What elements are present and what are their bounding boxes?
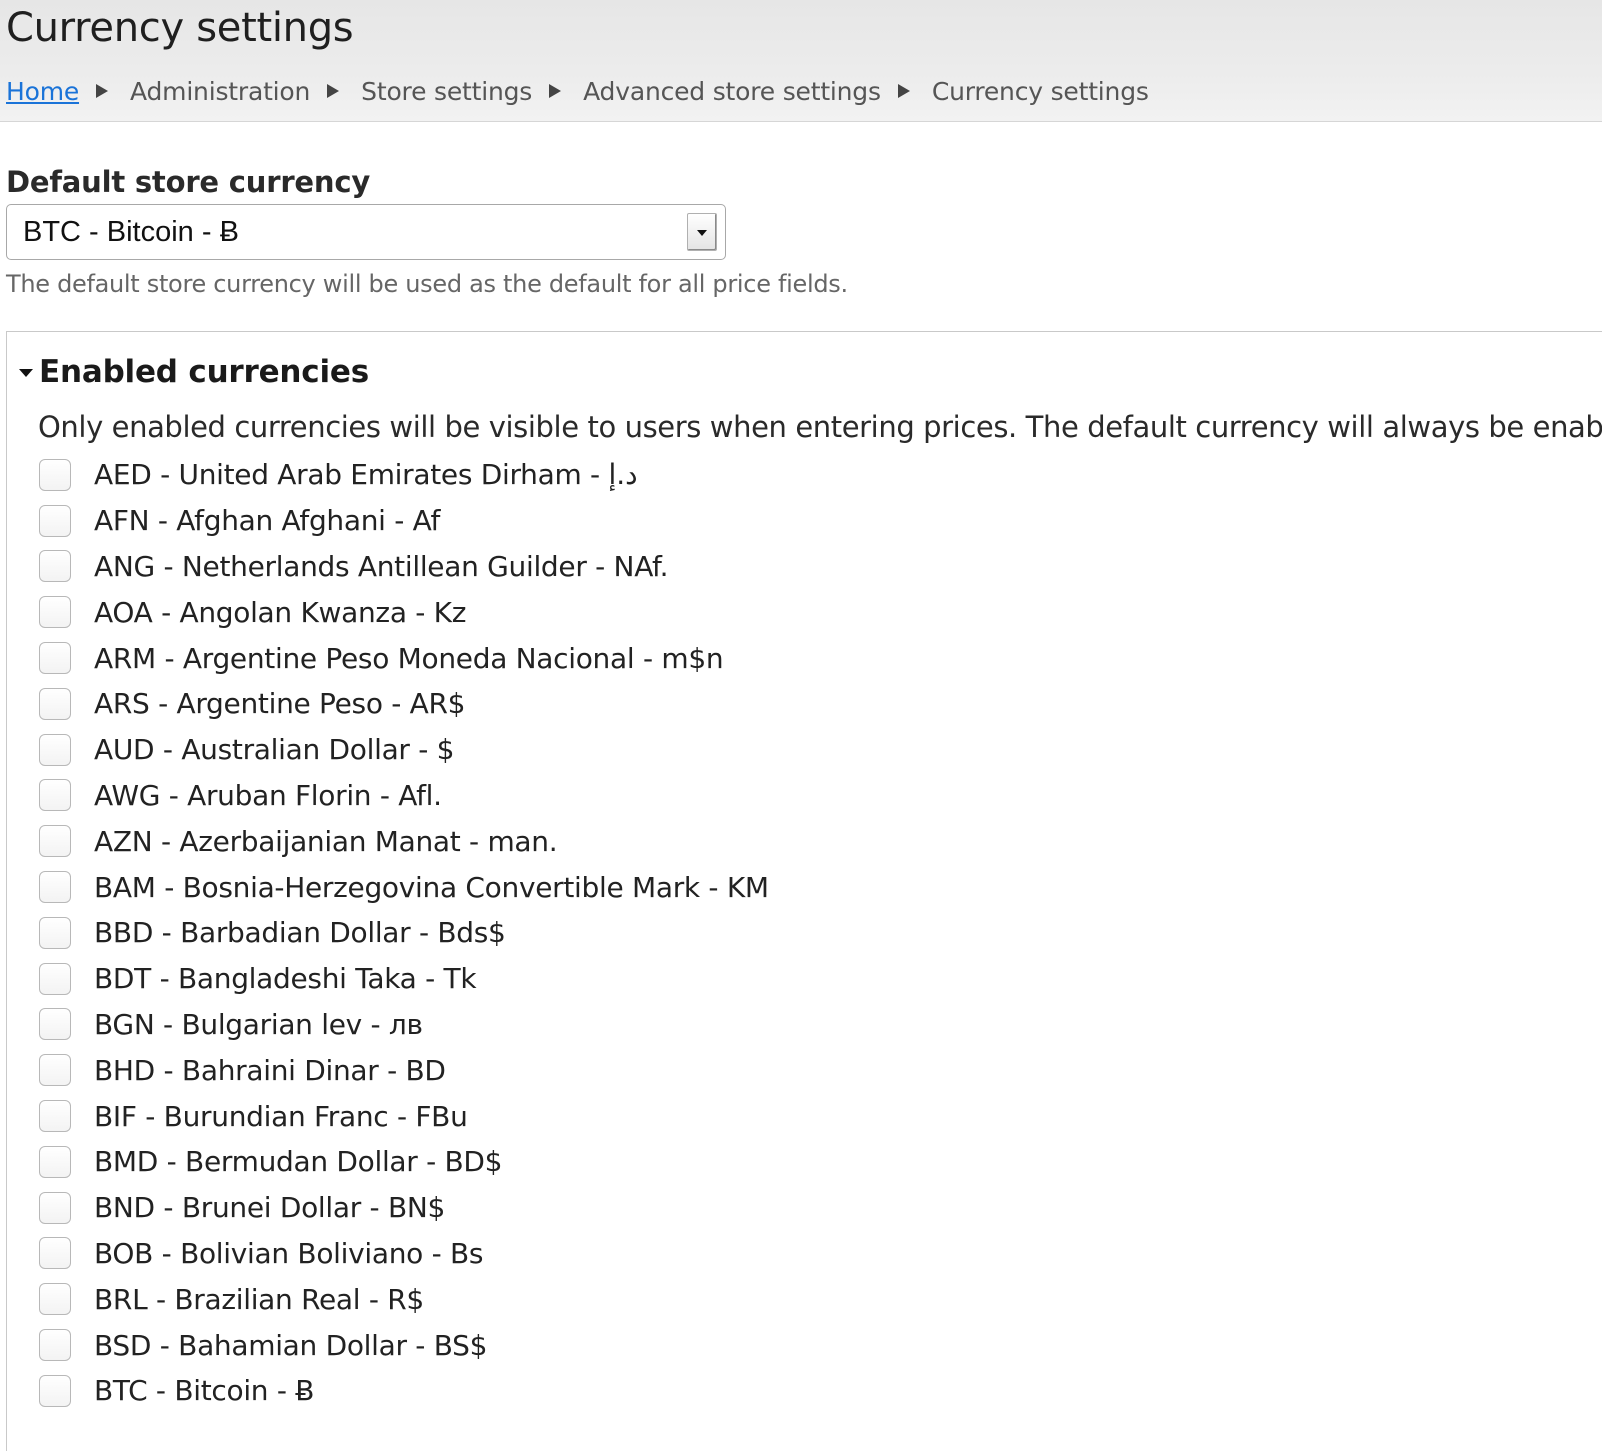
currency-option-label[interactable]: BRL - Brazilian Real - R$: [94, 1283, 424, 1316]
currency-option-label[interactable]: BIF - Burundian Franc - FBu: [94, 1100, 468, 1133]
currency-option-label[interactable]: ARM - Argentine Peso Moneda Nacional - m…: [94, 642, 724, 675]
currency-option: AED - United Arab Emirates Dirham - د.إ: [39, 452, 769, 498]
currency-checkbox[interactable]: [39, 779, 71, 812]
currency-option: BGN - Bulgarian lev - лв: [39, 1002, 769, 1048]
breadcrumb-arrow-icon: [327, 84, 340, 98]
currency-option-label[interactable]: BHD - Bahraini Dinar - BD: [94, 1054, 446, 1087]
currency-option: ARM - Argentine Peso Moneda Nacional - m…: [39, 635, 769, 681]
currency-checkbox[interactable]: [39, 1191, 71, 1224]
breadcrumb-arrow-icon: [897, 84, 910, 98]
default-currency-select[interactable]: BTC - Bitcoin - Ƀ: [6, 204, 726, 260]
currency-checkbox[interactable]: [39, 642, 71, 675]
currency-option: BOB - Bolivian Boliviano - Bs: [39, 1231, 769, 1277]
currency-option-label[interactable]: BBD - Barbadian Dollar - Bds$: [94, 916, 506, 949]
currency-option: AZN - Azerbaijanian Manat - man.: [39, 818, 769, 864]
currency-option: BIF - Burundian Franc - FBu: [39, 1093, 769, 1139]
currency-option-label[interactable]: BAM - Bosnia-Herzegovina Convertible Mar…: [94, 871, 769, 904]
currency-checkbox[interactable]: [39, 916, 71, 949]
currency-option: AWG - Aruban Florin - Afl.: [39, 773, 769, 819]
currency-option: ANG - Netherlands Antillean Guilder - NA…: [39, 544, 769, 590]
currency-option-label[interactable]: BOB - Bolivian Boliviano - Bs: [94, 1237, 484, 1270]
currency-checkbox[interactable]: [39, 871, 71, 904]
page-title: Currency settings: [6, 5, 354, 51]
currency-option: BHD - Bahraini Dinar - BD: [39, 1047, 769, 1093]
currency-option-label[interactable]: BTC - Bitcoin - Ƀ: [94, 1374, 314, 1407]
page-header: Currency settings Home Administration St…: [0, 0, 1602, 122]
currency-checkbox[interactable]: [39, 687, 71, 720]
currency-option: BBD - Barbadian Dollar - Bds$: [39, 910, 769, 956]
currency-option-label[interactable]: AED - United Arab Emirates Dirham - د.إ: [94, 458, 638, 491]
currency-option: BND - Brunei Dollar - BN$: [39, 1185, 769, 1231]
currency-option: AUD - Australian Dollar - $: [39, 727, 769, 773]
currency-checkbox[interactable]: [39, 962, 71, 995]
currency-checkbox[interactable]: [39, 1145, 71, 1178]
breadcrumb-arrow-icon: [549, 84, 562, 98]
currency-option-label[interactable]: AZN - Azerbaijanian Manat - man.: [94, 825, 558, 858]
breadcrumb-home-link[interactable]: Home: [6, 77, 79, 106]
currency-option-label[interactable]: BND - Brunei Dollar - BN$: [94, 1191, 445, 1224]
currency-option: BTC - Bitcoin - Ƀ: [39, 1368, 769, 1414]
currency-checkbox[interactable]: [39, 504, 71, 537]
breadcrumb: Home Administration Store settings Advan…: [6, 72, 1149, 110]
default-currency-label: Default store currency: [6, 165, 371, 199]
currency-checkbox[interactable]: [39, 1054, 71, 1087]
currency-option-label[interactable]: BSD - Bahamian Dollar - BS$: [94, 1329, 487, 1362]
currency-checkbox[interactable]: [39, 825, 71, 858]
currency-option-label[interactable]: AUD - Australian Dollar - $: [94, 733, 454, 766]
currency-option-label[interactable]: AFN - Afghan Afghani - Af: [94, 504, 440, 537]
currency-option: BDT - Bangladeshi Taka - Tk: [39, 956, 769, 1002]
breadcrumb-currency-settings: Currency settings: [931, 76, 1149, 106]
currency-checkbox[interactable]: [39, 458, 71, 491]
currency-checkbox[interactable]: [39, 1283, 71, 1316]
breadcrumb-advanced-store-settings: Advanced store settings: [583, 76, 881, 106]
currency-checkbox[interactable]: [39, 1329, 71, 1362]
enabled-currencies-description: Only enabled currencies will be visible …: [38, 410, 1602, 444]
currency-checkbox[interactable]: [39, 550, 71, 583]
currency-option: AOA - Angolan Kwanza - Kz: [39, 589, 769, 635]
currency-checkbox[interactable]: [39, 1008, 71, 1041]
enabled-currencies-toggle[interactable]: Enabled currencies: [19, 352, 369, 392]
default-currency-description: The default store currency will be used …: [6, 270, 848, 298]
dropdown-arrow-icon[interactable]: [687, 213, 717, 251]
breadcrumb-administration: Administration: [130, 76, 311, 106]
enabled-currencies-fieldset: Enabled currencies Only enabled currenci…: [6, 331, 1602, 1451]
default-currency-selected-value: BTC - Bitcoin - Ƀ: [23, 216, 239, 248]
currency-option: ARS - Argentine Peso - AR$: [39, 681, 769, 727]
currency-checkbox[interactable]: [39, 1100, 71, 1133]
currency-checkbox[interactable]: [39, 1374, 71, 1407]
breadcrumb-store-settings: Store settings: [361, 76, 533, 106]
currency-checkbox[interactable]: [39, 733, 71, 766]
currency-checkbox[interactable]: [39, 1237, 71, 1270]
currency-option-label[interactable]: BDT - Bangladeshi Taka - Tk: [94, 962, 477, 995]
breadcrumb-arrow-icon: [96, 84, 109, 98]
currency-option: BAM - Bosnia-Herzegovina Convertible Mar…: [39, 864, 769, 910]
currency-option-label[interactable]: BMD - Bermudan Dollar - BD$: [94, 1145, 503, 1178]
currency-checkbox[interactable]: [39, 596, 71, 629]
currency-option-label[interactable]: ANG - Netherlands Antillean Guilder - NA…: [94, 550, 668, 583]
currency-option-label[interactable]: ARS - Argentine Peso - AR$: [94, 687, 466, 720]
currency-option: AFN - Afghan Afghani - Af: [39, 498, 769, 544]
currency-option: BSD - Bahamian Dollar - BS$: [39, 1322, 769, 1368]
currency-option-label[interactable]: AWG - Aruban Florin - Afl.: [94, 779, 442, 812]
currency-option-label[interactable]: AOA - Angolan Kwanza - Kz: [94, 596, 466, 629]
currency-checkbox-list: AED - United Arab Emirates Dirham - د.إ A…: [39, 452, 769, 1414]
currency-option: BRL - Brazilian Real - R$: [39, 1276, 769, 1322]
caret-down-icon: [19, 369, 33, 377]
currency-option-label[interactable]: BGN - Bulgarian lev - лв: [94, 1008, 423, 1041]
currency-option: BMD - Bermudan Dollar - BD$: [39, 1139, 769, 1185]
enabled-currencies-title: Enabled currencies: [39, 354, 369, 390]
